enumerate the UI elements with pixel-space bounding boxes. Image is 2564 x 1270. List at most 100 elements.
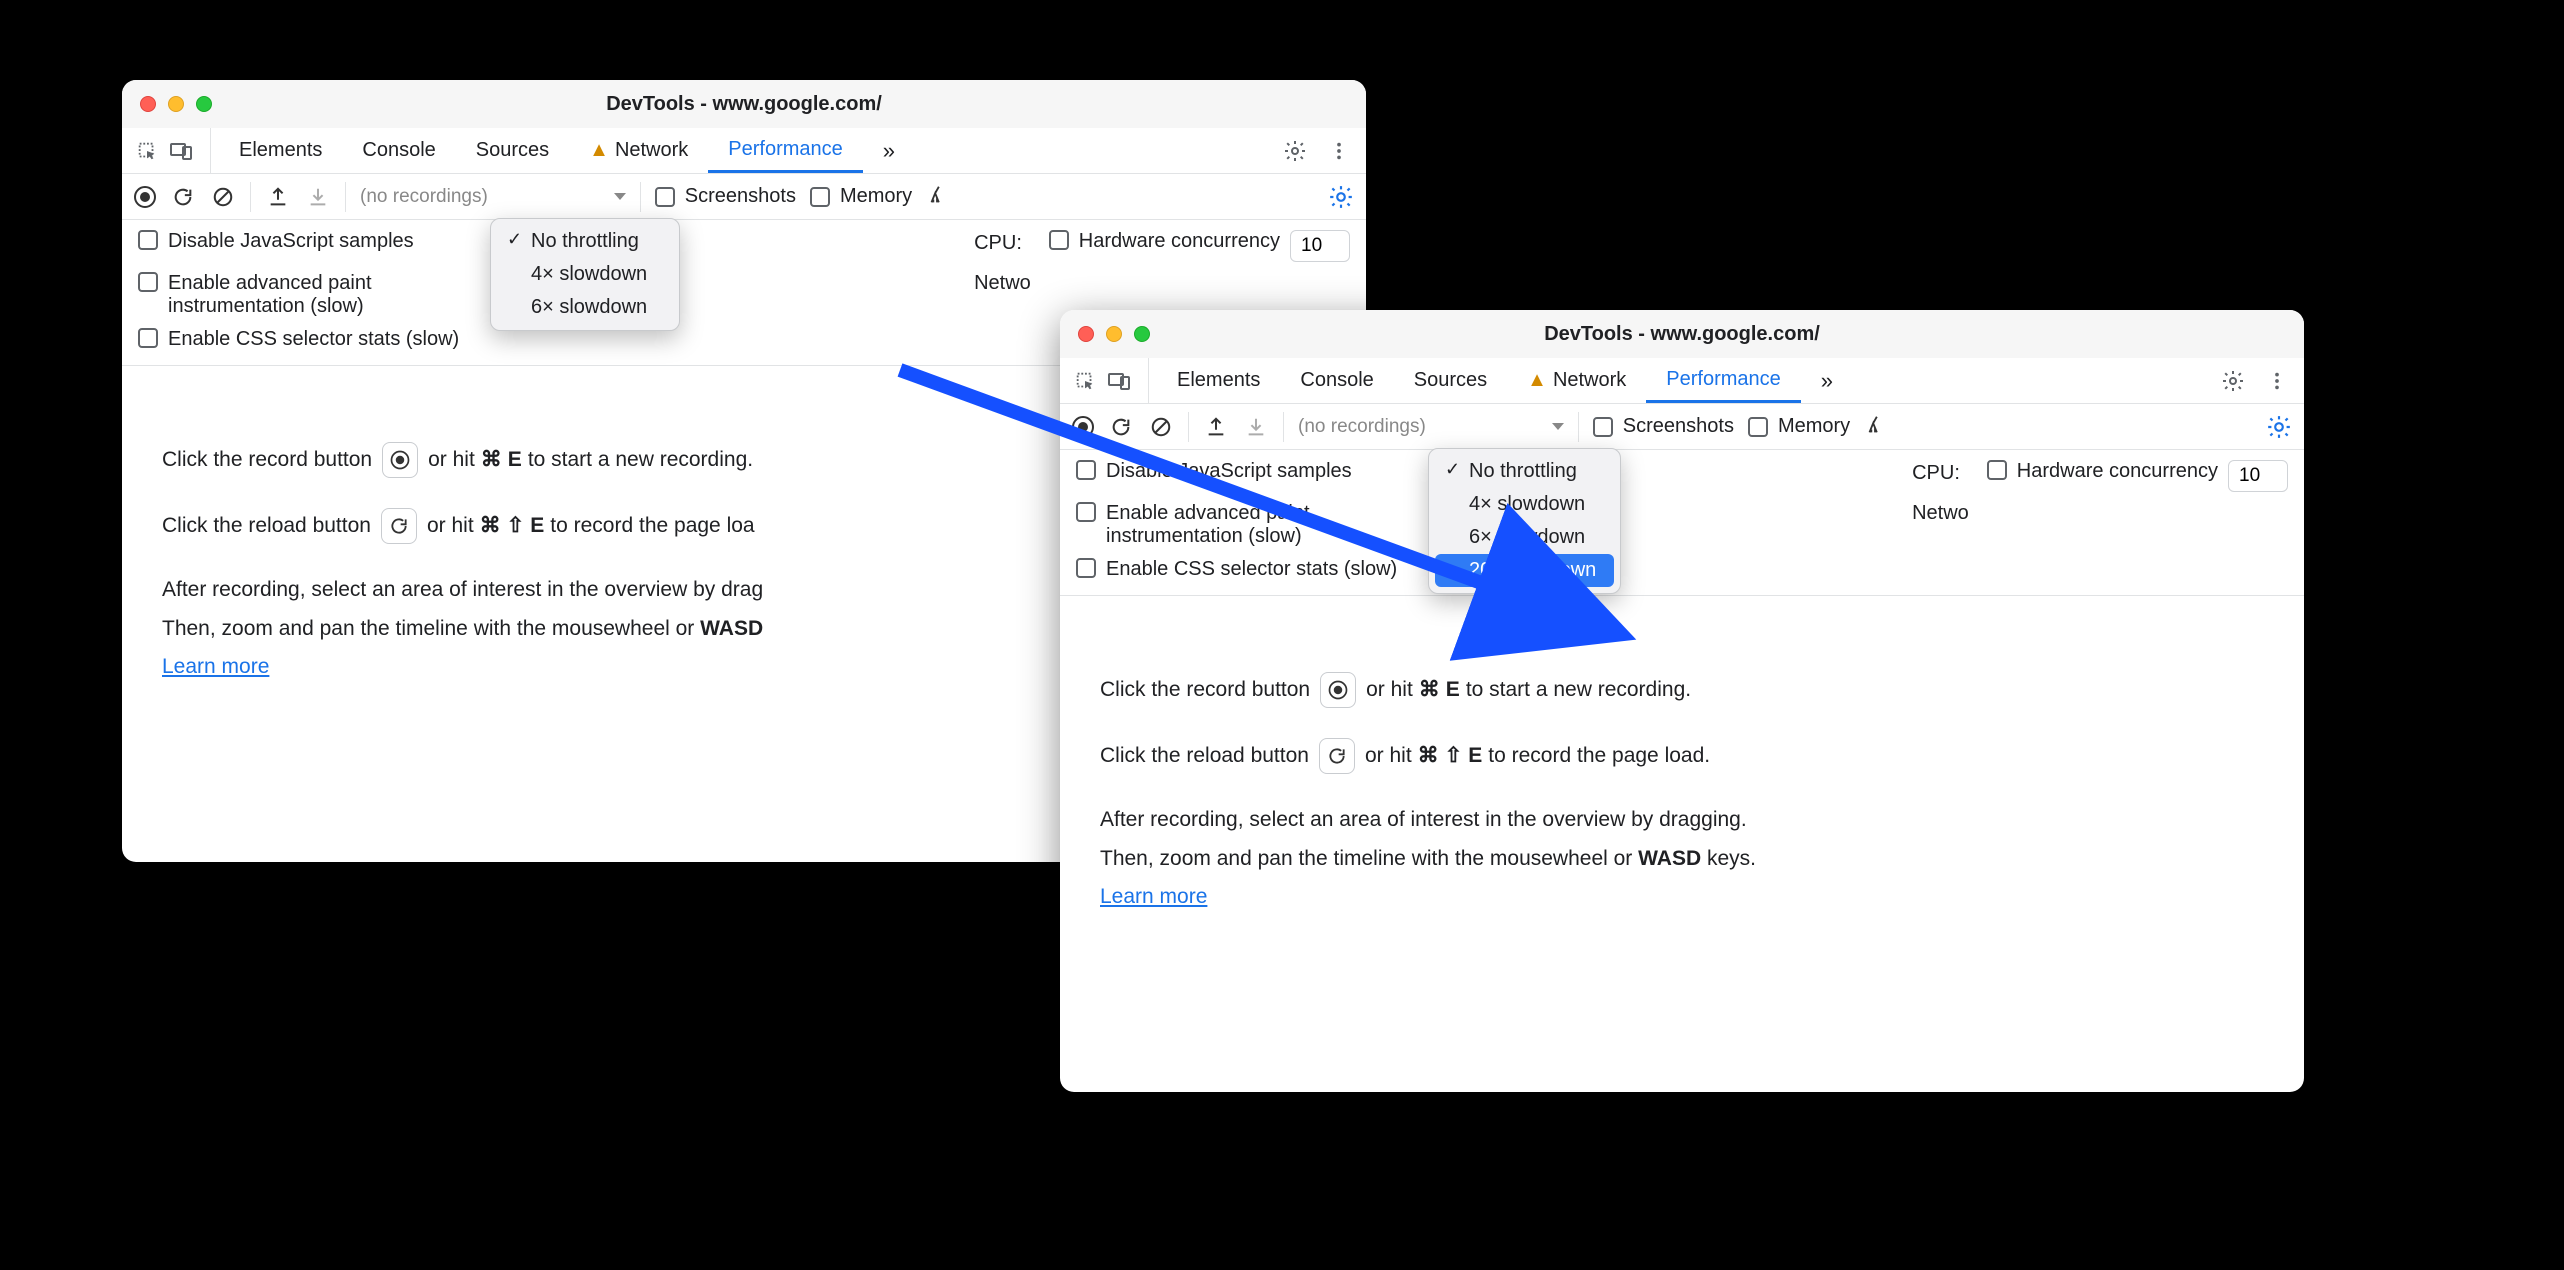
shortcut-mod: ⌘ — [1418, 740, 1439, 773]
tab-sources[interactable]: Sources — [1394, 358, 1507, 403]
clear-button[interactable] — [210, 184, 236, 210]
tab-performance[interactable]: Performance — [1646, 358, 1801, 403]
disable-js-checkbox[interactable] — [1076, 460, 1096, 480]
capture-settings-panel: Disable JavaScript samples CPU: Hardware… — [1060, 450, 2304, 596]
text: Then, zoom and pan the timeline with the… — [162, 617, 700, 640]
separator — [250, 182, 251, 212]
advanced-paint-label: Enable advanced paint instrumentation (s… — [1106, 502, 1406, 548]
settings-gear-icon[interactable] — [2220, 368, 2246, 394]
cpu-option[interactable]: 6× slowdown — [1435, 521, 1614, 554]
shortcut-mod: ⌘ — [481, 444, 502, 477]
text: keys. — [1701, 847, 1756, 870]
cpu-option[interactable]: 20× slowdown — [1435, 554, 1614, 587]
device-toolbar-icon[interactable] — [168, 138, 194, 164]
cpu-throttling-dropdown[interactable]: No throttling4× slowdown6× slowdown20× s… — [1428, 448, 1621, 594]
reload-button[interactable] — [170, 184, 196, 210]
learn-more-link[interactable]: Learn more — [1100, 881, 2264, 914]
inspect-icon[interactable] — [134, 138, 160, 164]
reload-button[interactable] — [1108, 414, 1134, 440]
hardware-concurrency-input[interactable] — [2228, 460, 2288, 492]
shortcut-key: E — [1468, 740, 1482, 773]
tab-network[interactable]: ▲ Network — [1507, 358, 1646, 403]
hardware-concurrency-checkbox[interactable] — [1987, 460, 2007, 480]
shortcut-mod: ⌘ — [1419, 674, 1440, 707]
tab-elements[interactable]: Elements — [219, 128, 342, 173]
reload-button-inline[interactable] — [381, 508, 417, 544]
maximize-window-button[interactable] — [1134, 326, 1150, 342]
memory-checkbox[interactable] — [810, 187, 830, 207]
tab-network-label: Network — [1553, 369, 1626, 392]
tab-performance[interactable]: Performance — [708, 128, 863, 173]
cpu-option[interactable]: No throttling — [497, 225, 673, 258]
css-selector-label: Enable CSS selector stats (slow) — [1106, 558, 1397, 581]
more-tabs-button[interactable]: » — [1801, 358, 1848, 403]
cpu-option[interactable]: 4× slowdown — [1435, 488, 1614, 521]
cpu-option[interactable]: 4× slowdown — [497, 258, 673, 291]
separator — [640, 182, 641, 212]
css-selector-checkbox[interactable] — [1076, 558, 1096, 578]
collect-garbage-icon[interactable] — [1864, 414, 1890, 440]
reload-button-inline[interactable] — [1319, 738, 1355, 774]
kebab-menu-icon[interactable] — [1326, 138, 1352, 164]
cpu-throttling-dropdown[interactable]: No throttling4× slowdown6× slowdown — [490, 218, 680, 331]
separator — [1578, 412, 1579, 442]
screenshots-label: Screenshots — [1623, 415, 1734, 438]
tab-elements[interactable]: Elements — [1157, 358, 1280, 403]
more-tabs-button[interactable]: » — [863, 128, 910, 173]
separator — [1188, 412, 1189, 442]
collect-garbage-icon[interactable] — [926, 184, 952, 210]
recordings-select[interactable]: (no recordings) — [360, 186, 626, 208]
memory-checkbox[interactable] — [1748, 417, 1768, 437]
caret-down-icon — [614, 193, 626, 200]
upload-icon[interactable] — [265, 184, 291, 210]
close-window-button[interactable] — [140, 96, 156, 112]
hardware-concurrency-checkbox[interactable] — [1049, 230, 1069, 250]
recordings-select[interactable]: (no recordings) — [1298, 416, 1564, 438]
advanced-paint-checkbox[interactable] — [138, 272, 158, 292]
hardware-concurrency-input[interactable] — [1290, 230, 1350, 262]
network-label: Netwo — [974, 272, 1031, 295]
screenshots-checkbox[interactable] — [655, 187, 675, 207]
window-title: DevTools - www.google.com/ — [1060, 323, 2304, 346]
tab-console[interactable]: Console — [342, 128, 455, 173]
inspect-icon[interactable] — [1072, 368, 1098, 394]
text: Click the reload button — [1100, 740, 1309, 773]
recordings-label: (no recordings) — [1298, 416, 1426, 438]
cpu-option[interactable]: No throttling — [1435, 455, 1614, 488]
maximize-window-button[interactable] — [196, 96, 212, 112]
disable-js-label: Disable JavaScript samples — [168, 230, 414, 253]
tab-console[interactable]: Console — [1280, 358, 1393, 403]
screenshots-checkbox[interactable] — [1593, 417, 1613, 437]
tab-network[interactable]: ▲ Network — [569, 128, 708, 173]
capture-settings-icon[interactable] — [2266, 414, 2292, 440]
tab-sources[interactable]: Sources — [456, 128, 569, 173]
upload-icon[interactable] — [1203, 414, 1229, 440]
close-window-button[interactable] — [1078, 326, 1094, 342]
cpu-label: CPU: — [1912, 460, 1969, 485]
device-toolbar-icon[interactable] — [1106, 368, 1132, 394]
advanced-paint-checkbox[interactable] — [1076, 502, 1096, 522]
disable-js-checkbox[interactable] — [138, 230, 158, 250]
cpu-option[interactable]: 6× slowdown — [497, 291, 673, 324]
record-button-inline[interactable] — [382, 442, 418, 478]
record-button-inline[interactable] — [1320, 672, 1356, 708]
record-button[interactable] — [1072, 416, 1094, 438]
window-controls — [1060, 326, 1150, 342]
shortcut-key: E — [530, 510, 544, 543]
capture-settings-icon[interactable] — [1328, 184, 1354, 210]
kebab-menu-icon[interactable] — [2264, 368, 2290, 394]
text: or hit — [1365, 740, 1412, 773]
clear-button[interactable] — [1148, 414, 1174, 440]
record-button[interactable] — [134, 186, 156, 208]
text: to record the page loa — [550, 510, 754, 543]
minimize-window-button[interactable] — [168, 96, 184, 112]
minimize-window-button[interactable] — [1106, 326, 1122, 342]
text: Click the reload button — [162, 510, 371, 543]
titlebar: DevTools - www.google.com/ — [122, 80, 1366, 128]
settings-gear-icon[interactable] — [1282, 138, 1308, 164]
download-icon[interactable] — [305, 184, 331, 210]
tab-network-label: Network — [615, 139, 688, 162]
css-selector-checkbox[interactable] — [138, 328, 158, 348]
download-icon[interactable] — [1243, 414, 1269, 440]
text: or hit — [427, 510, 474, 543]
